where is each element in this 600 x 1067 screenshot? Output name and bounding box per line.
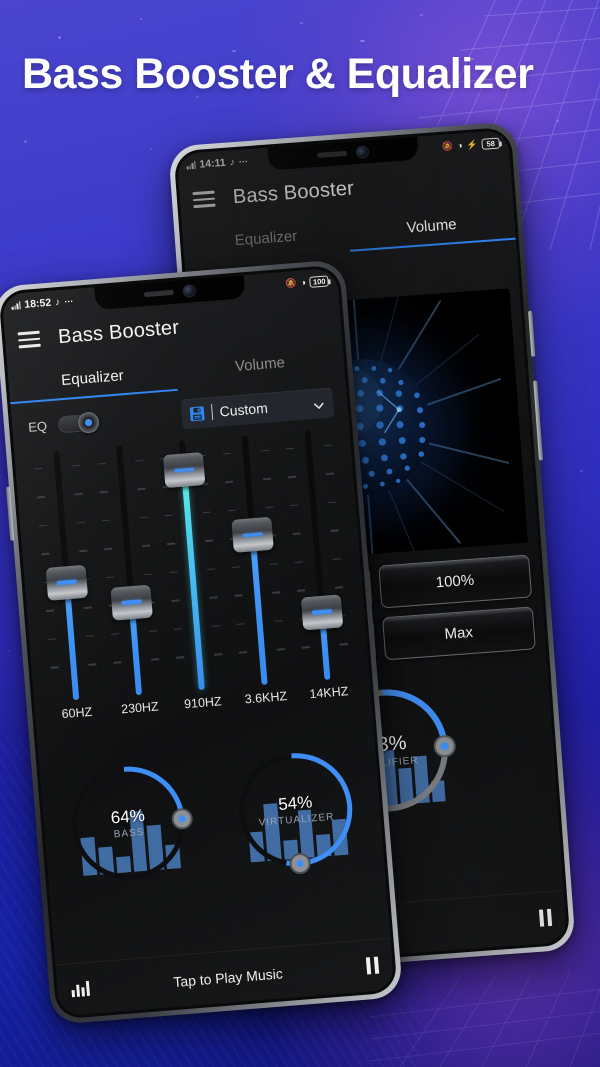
tab-equalizer-label: Equalizer — [60, 366, 125, 389]
front-phone-screen: 18:52 ♪ ⋯ 🔕 ◑ 100 Bass Booster Equalizer — [1, 267, 395, 1017]
battery-indicator: 100 — [309, 274, 329, 288]
slider-thumb[interactable] — [162, 452, 206, 489]
floppy-save-icon[interactable] — [189, 405, 205, 421]
eq-band-label: 60HZ — [61, 704, 93, 722]
tab-equalizer-label: Equalizer — [234, 227, 298, 249]
bass-label: BASS — [113, 826, 145, 841]
wifi-icon: ◑ — [300, 277, 307, 288]
eq-toggle-knob — [77, 411, 100, 434]
preset-divider — [210, 404, 214, 421]
eq-band-label: 230HZ — [120, 699, 160, 717]
page-title: Bass Booster & Equalizer — [22, 50, 534, 98]
slider-thumb[interactable] — [110, 584, 153, 621]
slider-thumb[interactable] — [301, 593, 344, 630]
virtualizer-label: VIRTUALIZER — [258, 811, 335, 829]
earpiece-speaker — [143, 289, 175, 298]
hamburger-menu-icon[interactable] — [17, 331, 41, 348]
front-camera-icon — [355, 145, 370, 160]
wifi-icon: ◑ — [456, 140, 463, 151]
virtualizer-knob[interactable]: 54% VIRTUALIZER — [226, 740, 366, 880]
eq-band-label: 910HZ — [183, 694, 223, 712]
signal-bars-icon — [186, 160, 196, 170]
effect-knobs: 64% BASS 54% VIRTUALIZER — [38, 718, 387, 914]
bell-muted-icon: 🔕 — [441, 140, 454, 152]
eq-band-label: 3.6KHZ — [244, 689, 288, 707]
status-time: 18:52 — [23, 296, 52, 311]
chevron-down-icon[interactable] — [313, 398, 325, 410]
slider-thumb[interactable] — [231, 516, 275, 553]
eq-label: EQ — [27, 417, 48, 435]
equalizer-bars-icon[interactable] — [71, 980, 91, 998]
virtualizer-percent: 54% — [277, 792, 313, 815]
pause-icon[interactable] — [538, 908, 553, 927]
pause-icon[interactable] — [365, 956, 380, 975]
slider-thumb[interactable] — [45, 564, 88, 601]
hamburger-menu-icon[interactable] — [192, 190, 216, 208]
eq-toggle[interactable] — [57, 411, 100, 434]
preset-selector[interactable]: Custom — [180, 387, 335, 430]
music-note-icon: ♪ — [54, 296, 61, 308]
tab-volume-label: Volume — [405, 215, 458, 237]
app-title: Bass Booster — [57, 316, 180, 348]
eq-band-label: 14KHZ — [308, 684, 349, 702]
now-playing-text: Tap to Play Music — [172, 964, 284, 990]
equalizer-sliders: 60HZ 230HZ 910HZ 3.6KHZ 14KHZ — [14, 427, 372, 743]
preset-name: Custom — [218, 399, 269, 420]
bass-percent: 64% — [110, 805, 146, 828]
front-camera-icon — [182, 284, 197, 299]
battery-indicator: 58 — [481, 137, 501, 150]
earpiece-speaker — [316, 150, 348, 158]
more-dots-icon: ⋯ — [238, 155, 249, 167]
bass-knob-readout: 64% BASS — [58, 753, 198, 893]
tab-volume-label: Volume — [234, 353, 286, 375]
music-note-icon: ♪ — [229, 156, 236, 168]
app-title: Bass Booster — [232, 176, 355, 208]
more-dots-icon: ⋯ — [63, 295, 75, 307]
signal-bars-icon — [11, 301, 21, 310]
virtualizer-knob-readout: 54% VIRTUALIZER — [226, 740, 366, 880]
status-time: 14:11 — [199, 156, 227, 171]
bass-knob[interactable]: 64% BASS — [58, 753, 198, 893]
front-phone-mockup: 18:52 ♪ ⋯ 🔕 ◑ 100 Bass Booster Equalizer — [0, 259, 404, 1025]
bell-muted-icon: 🔕 — [284, 277, 297, 289]
charging-bolt-icon: ⚡ — [466, 138, 479, 150]
